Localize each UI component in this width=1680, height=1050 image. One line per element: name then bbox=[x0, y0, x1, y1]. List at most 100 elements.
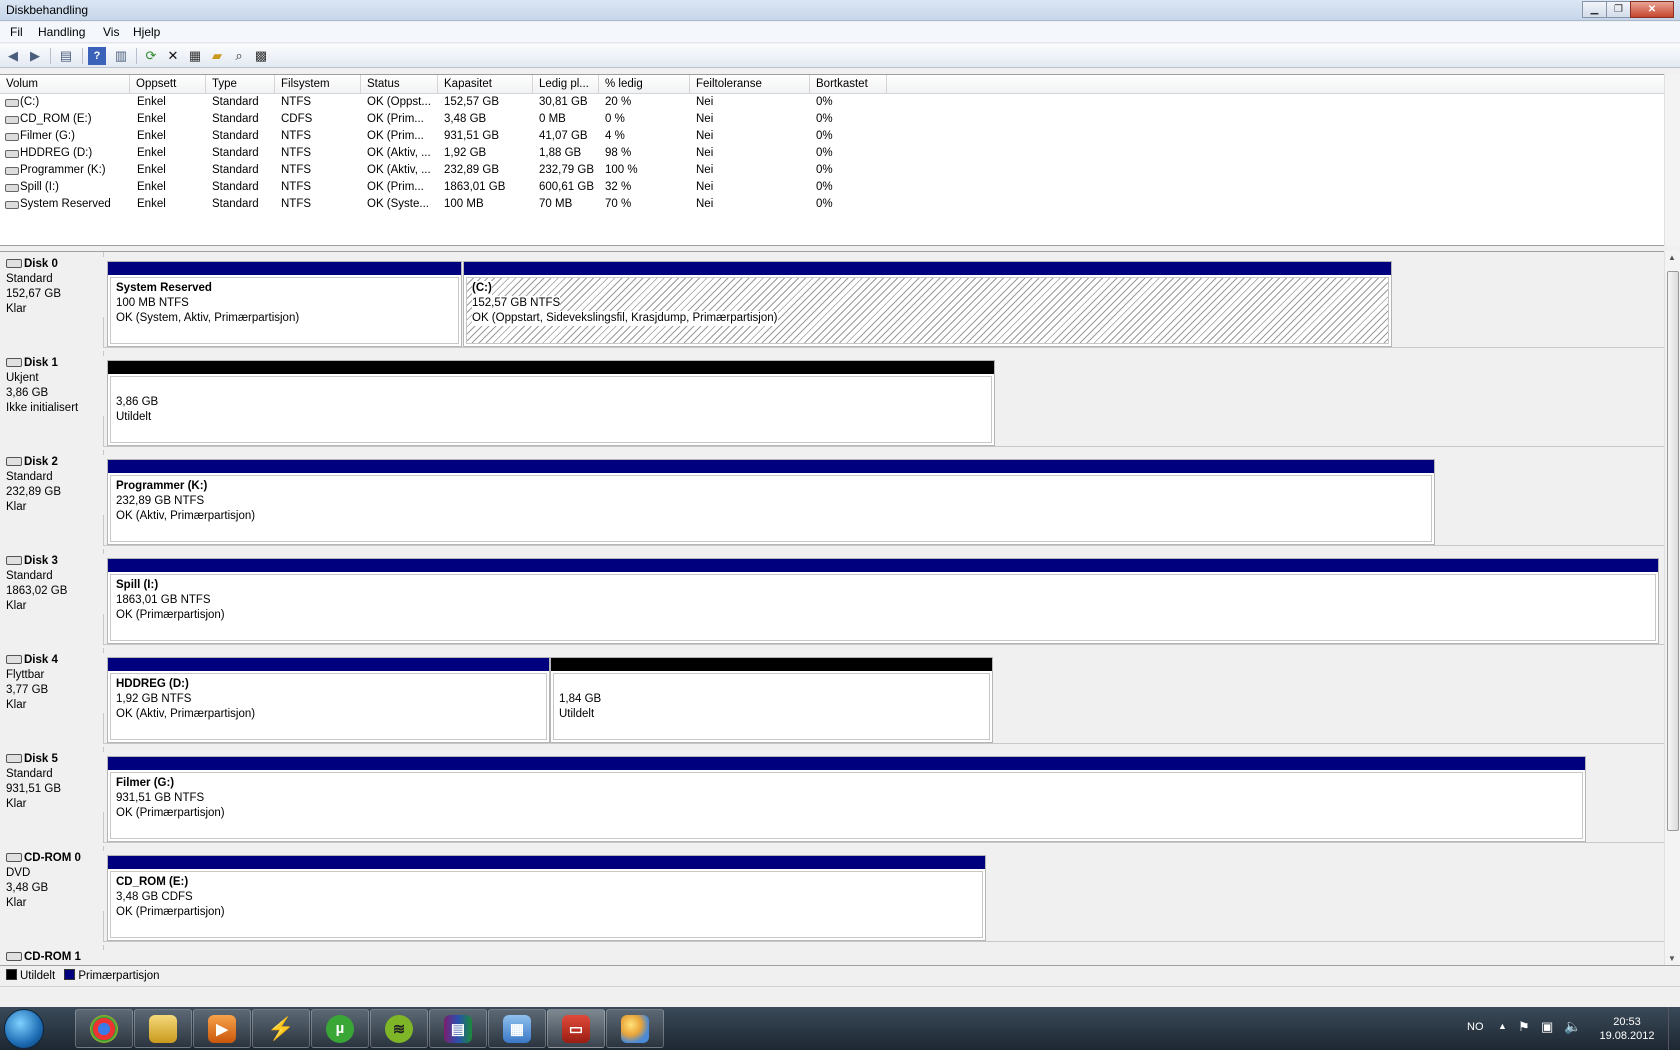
partition-unallocated[interactable]: 3,86 GB Utildelt bbox=[107, 360, 995, 446]
taskbar-winamp[interactable]: ⚡ bbox=[252, 1009, 310, 1048]
disk-view-scrollbar[interactable]: ▲ ▼ bbox=[1664, 251, 1680, 965]
maximize-icon[interactable]: ❐ bbox=[1606, 1, 1631, 18]
partition-primary[interactable]: CD_ROM (E:) 3,48 GB CDFS OK (Primærpartisj… bbox=[107, 855, 986, 941]
console-tree-icon[interactable]: ▤ bbox=[57, 47, 75, 65]
taskbar-utorrent[interactable]: µ bbox=[311, 1009, 369, 1048]
disk-state: Klar bbox=[6, 501, 27, 513]
volume-cell: NTFS bbox=[281, 96, 312, 108]
taskbar-winrar[interactable]: ▤ bbox=[429, 1009, 487, 1048]
open-icon[interactable]: ▰ bbox=[208, 47, 226, 65]
volume-cell: OK (Aktiv, ... bbox=[367, 164, 431, 176]
volume-row[interactable]: (C:) Enkel Standard NTFS OK (Oppst... 152,57 … bbox=[0, 95, 900, 112]
volume-list-scrollbar[interactable] bbox=[1664, 74, 1680, 246]
help-icon[interactable]: ? bbox=[88, 47, 106, 65]
delete-icon[interactable]: ✕ bbox=[164, 47, 182, 65]
column-header-layout[interactable]: Oppsett bbox=[130, 75, 206, 94]
menu-action[interactable]: Handling bbox=[38, 25, 85, 39]
taskbar-paint[interactable] bbox=[606, 1009, 664, 1048]
volume-cell: 232,89 GB bbox=[444, 164, 499, 176]
disk-state: Klar bbox=[6, 699, 27, 711]
partition-primary[interactable]: Filmer (G:) 931,51 GB NTFS OK (Primærparti… bbox=[107, 756, 1586, 842]
close-icon[interactable]: ✕ bbox=[1630, 1, 1674, 18]
menu-file[interactable]: Fil bbox=[10, 25, 23, 39]
menu-view[interactable]: Vis bbox=[103, 25, 119, 39]
legend-unallocated-swatch bbox=[6, 969, 17, 980]
disk-type: Standard bbox=[6, 570, 53, 582]
taskbar-control-panel[interactable]: ▦ bbox=[488, 1009, 546, 1048]
action-center-flag-icon[interactable]: ⚑ bbox=[1518, 1019, 1530, 1035]
scroll-down-icon[interactable]: ▼ bbox=[1668, 954, 1676, 963]
action-pane-icon[interactable]: ▥ bbox=[112, 47, 130, 65]
minimize-icon[interactable]: ▁ bbox=[1582, 1, 1607, 18]
volume-cell: OK (Prim... bbox=[367, 181, 424, 193]
explore-icon[interactable]: ⌕ bbox=[230, 47, 248, 65]
disk-size: 232,89 GB bbox=[6, 486, 61, 498]
column-header-free-space[interactable]: Ledig pl... bbox=[533, 75, 599, 94]
disk-name: CD-ROM 1 bbox=[24, 951, 81, 963]
volume-cell: 41,07 GB bbox=[539, 130, 588, 142]
partition-size: 152,57 GB NTFS bbox=[472, 296, 561, 311]
show-hidden-icons-icon[interactable]: ▲ bbox=[1498, 1021, 1507, 1031]
scroll-up-icon[interactable]: ▲ bbox=[1668, 253, 1676, 262]
column-header-fault-tolerance[interactable]: Feiltoleranse bbox=[690, 75, 810, 94]
volume-cell: OK (Aktiv, ... bbox=[367, 147, 431, 159]
volume-cell: 0% bbox=[816, 164, 833, 176]
volume-cell: 0 % bbox=[605, 113, 625, 125]
network-icon[interactable]: ▣ bbox=[1541, 1019, 1553, 1035]
taskbar-media-player[interactable]: ▶ bbox=[193, 1009, 251, 1048]
column-header-capacity[interactable]: Kapasitet bbox=[438, 75, 533, 94]
partition-size: 100 MB NTFS bbox=[116, 297, 189, 309]
forward-icon[interactable]: ▶ bbox=[26, 47, 44, 65]
column-header-overhead[interactable]: Bortkastet bbox=[810, 75, 887, 94]
clock-date: 19.08.2012 bbox=[1599, 1030, 1655, 1042]
back-icon[interactable]: ◀ bbox=[4, 47, 22, 65]
toolbar: ◀ ▶ ▤ ? ▥ ⟳ ✕ ▦ ▰ ⌕ ▩ bbox=[0, 44, 1680, 68]
volume-cell: Standard bbox=[212, 130, 259, 142]
volume-row[interactable]: Spill (I:) Enkel Standard NTFS OK (Prim... 18… bbox=[0, 180, 900, 197]
partition-name: (C:) bbox=[472, 281, 492, 296]
menu-help[interactable]: Hjelp bbox=[133, 25, 160, 39]
partition-name: CD_ROM (E:) bbox=[116, 876, 189, 888]
partition-unallocated[interactable]: 1,84 GB Utildelt bbox=[550, 657, 993, 743]
cdrom-icon bbox=[6, 853, 22, 863]
partition-primary[interactable]: System Reserved 100 MB NTFS OK (System, Ak… bbox=[107, 261, 462, 347]
volume-cell: 232,79 GB bbox=[539, 164, 594, 176]
taskbar-explorer[interactable] bbox=[134, 1009, 192, 1048]
title-bar[interactable]: Diskbehandling ▁ ❐ ✕ bbox=[0, 0, 1680, 21]
language-indicator[interactable]: NO bbox=[1467, 1021, 1484, 1033]
column-header-type[interactable]: Type bbox=[206, 75, 275, 94]
volume-cell: Nei bbox=[696, 147, 714, 159]
volume-speaker-icon[interactable]: 🔈 bbox=[1564, 1018, 1581, 1035]
disk-type: Standard bbox=[6, 768, 53, 780]
volume-row[interactable]: Filmer (G:) Enkel Standard NTFS OK (Prim... 9… bbox=[0, 129, 900, 146]
clock[interactable]: 20:53 19.08.2012 bbox=[1592, 1015, 1662, 1043]
partition-primary[interactable]: (C:) 152,57 GB NTFS OK (Oppstart, Sideveks… bbox=[463, 261, 1392, 347]
menu-bar: Fil Handling Vis Hjelp bbox=[0, 22, 1680, 43]
taskbar-chrome[interactable] bbox=[75, 1009, 133, 1048]
partition-content: System Reserved 100 MB NTFS OK (System, Ak… bbox=[110, 277, 459, 344]
disk-name: CD-ROM 0 bbox=[24, 852, 81, 864]
volume-row[interactable]: CD_ROM (E:) Enkel Standard CDFS OK (Prim... 3… bbox=[0, 112, 900, 129]
disk-name: Disk 3 bbox=[24, 555, 58, 567]
volume-row[interactable]: Programmer (K:) Enkel Standard NTFS OK (Akti… bbox=[0, 163, 900, 180]
refresh-icon[interactable]: ⟳ bbox=[142, 47, 160, 65]
start-button[interactable] bbox=[4, 1009, 44, 1049]
partition-primary[interactable]: Spill (I:) 1863,01 GB NTFS OK (Primærparti… bbox=[107, 558, 1659, 644]
column-header-volume[interactable]: Volum bbox=[0, 75, 130, 94]
partition-bar bbox=[108, 559, 1658, 572]
properties-icon[interactable]: ▦ bbox=[186, 47, 204, 65]
taskbar-disk-management[interactable]: ▭ bbox=[547, 1009, 605, 1048]
partition-primary[interactable]: HDDREG (D:) 1,92 GB NTFS OK (Aktiv, Primær… bbox=[107, 657, 550, 743]
partition-size: 1,84 GB bbox=[559, 693, 602, 705]
column-header-percent-free[interactable]: % ledig bbox=[599, 75, 690, 94]
volume-row[interactable]: HDDREG (D:) Enkel Standard NTFS OK (Aktiv, .… bbox=[0, 146, 900, 163]
partition-primary[interactable]: Programmer (K:) 232,89 GB NTFS OK (Aktiv, … bbox=[107, 459, 1435, 545]
volume-row[interactable]: System Reserved Enkel Standard NTFS OK (Syst… bbox=[0, 197, 900, 214]
settings-icon[interactable]: ▩ bbox=[252, 47, 270, 65]
column-header-status[interactable]: Status bbox=[361, 75, 438, 94]
volume-cell: 4 % bbox=[605, 130, 625, 142]
scrollbar-thumb[interactable] bbox=[1667, 271, 1679, 831]
column-header-filesystem[interactable]: Filsystem bbox=[275, 75, 361, 94]
show-desktop-button[interactable] bbox=[1668, 1007, 1680, 1050]
taskbar-spotify[interactable]: ≋ bbox=[370, 1009, 428, 1048]
